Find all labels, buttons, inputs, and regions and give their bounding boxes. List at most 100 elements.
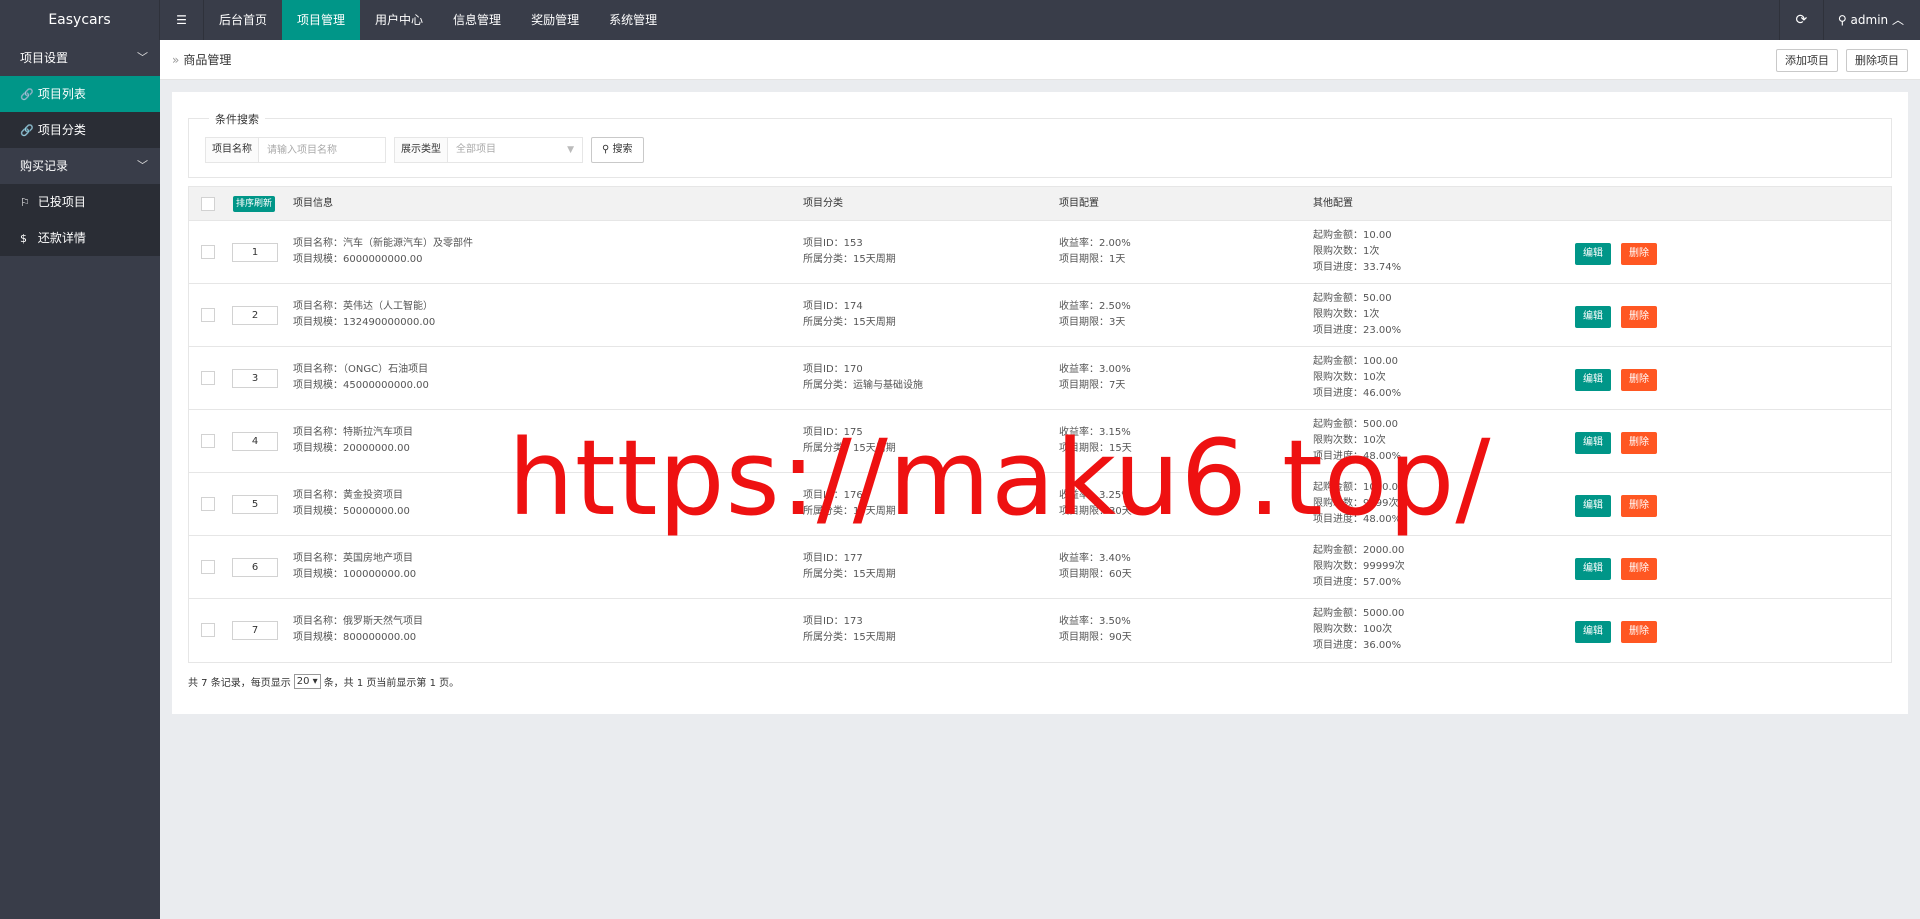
chevron-up-icon: ︿	[1891, 13, 1904, 27]
type-field: 展示类型 全部项目 ▼	[394, 137, 583, 163]
project-name: 项目名称：黄金投资项目	[293, 490, 403, 501]
project-id: 项目ID：173	[803, 616, 863, 627]
project-name: 项目名称：（ONGC）石油项目	[293, 364, 429, 375]
sidebar-group-project-settings[interactable]: 项目设置 ﹀	[0, 40, 160, 76]
row-checkbox[interactable]	[201, 308, 215, 322]
project-term: 项目期限：7天	[1059, 380, 1126, 391]
refresh-icon[interactable]: ⟳	[1778, 0, 1823, 40]
sort-order-input[interactable]: 3	[232, 369, 278, 388]
sidebar-group-purchase-records[interactable]: 购买记录 ﹀	[0, 148, 160, 184]
page-size-value: 20	[296, 676, 310, 687]
project-progress: 项目进度：46.00%	[1313, 388, 1402, 399]
display-type-select[interactable]: 全部项目 ▼	[448, 138, 582, 162]
search-icon: ⚲	[602, 144, 610, 155]
double-chevron-icon: »	[172, 53, 180, 67]
user-icon: ⚲	[1837, 13, 1847, 27]
delete-button[interactable]: 删除	[1621, 432, 1657, 454]
sort-order-input[interactable]: 2	[232, 306, 278, 325]
watermark-text: https://maku6.top/	[508, 417, 1492, 539]
row-checkbox[interactable]	[201, 245, 215, 259]
edit-button[interactable]: 编辑	[1575, 432, 1611, 454]
project-scale: 项目规模：45000000000.00	[293, 380, 429, 391]
select-all-checkbox[interactable]	[201, 197, 215, 211]
project-term: 项目期限：1天	[1059, 254, 1126, 265]
purchase-limit: 限购次数：1次	[1313, 309, 1380, 320]
table-row: 6 项目名称：英国房地产项目 项目规模：100000000.00 项目ID：177 所属…	[189, 536, 1891, 599]
project-name: 项目名称：汽车（新能源汽车）及零部件	[293, 238, 473, 249]
purchase-limit: 限购次数：100次	[1313, 624, 1393, 635]
edit-button[interactable]: 编辑	[1575, 243, 1611, 265]
sidebar-item-project-category[interactable]: 🔗 项目分类	[0, 112, 160, 148]
search-fieldset: 条件搜索 项目名称 展示类型 全部项目 ▼ ⚲ 搜索	[188, 111, 1892, 178]
nav-item-reward-management[interactable]: 奖励管理	[516, 0, 594, 40]
user-menu[interactable]: ⚲ admin ︿	[1822, 0, 1920, 40]
chevron-down-icon: ﹀	[137, 159, 148, 172]
edit-button[interactable]: 编辑	[1575, 621, 1611, 643]
project-scale: 项目规模：100000000.00	[293, 569, 417, 580]
link-icon: 🔗	[20, 88, 34, 101]
page-size-select[interactable]: 20 ▾	[293, 674, 321, 689]
nav-item-user-center[interactable]: 用户中心	[360, 0, 438, 40]
project-name-input[interactable]	[259, 138, 385, 162]
project-term: 项目期限：90天	[1059, 632, 1132, 643]
sidebar-group-label: 购买记录	[20, 159, 69, 173]
sort-order-input[interactable]: 5	[232, 495, 278, 514]
purchase-limit: 限购次数：1次	[1313, 246, 1380, 257]
edit-button[interactable]: 编辑	[1575, 369, 1611, 391]
name-label: 项目名称	[206, 138, 259, 162]
row-checkbox[interactable]	[201, 623, 215, 637]
delete-button[interactable]: 删除	[1621, 495, 1657, 517]
sort-order-input[interactable]: 1	[232, 243, 278, 262]
nav-item-system-management[interactable]: 系统管理	[594, 0, 672, 40]
sidebar-item-label: 项目列表	[37, 87, 86, 101]
sort-order-input[interactable]: 6	[232, 558, 278, 577]
search-button[interactable]: ⚲ 搜索	[591, 137, 644, 163]
nav-item-info-management[interactable]: 信息管理	[438, 0, 516, 40]
top-header: Easycars ☰ 后台首页 项目管理 用户中心 信息管理 奖励管理 系统管理…	[0, 0, 1920, 40]
sidebar-item-label: 已投项目	[37, 195, 86, 209]
add-project-button[interactable]: 添加项目	[1776, 49, 1838, 72]
row-checkbox[interactable]	[201, 497, 215, 511]
min-amount: 起购金额：5000.00	[1313, 608, 1405, 619]
table-row: 2 项目名称：英伟达（人工智能） 项目规模：132490000000.00 项目ID：…	[189, 284, 1891, 347]
menu-toggle-icon[interactable]: ☰	[160, 0, 204, 40]
purchase-limit: 限购次数：10次	[1313, 372, 1386, 383]
sidebar-group-label: 项目设置	[20, 51, 69, 65]
sidebar: 项目设置 ﹀ 🔗 项目列表 🔗 项目分类 购买记录 ﹀ ⚐ 已投项目 $ 还款详…	[0, 40, 160, 919]
app-logo: Easycars	[0, 0, 160, 40]
row-checkbox[interactable]	[201, 434, 215, 448]
delete-button[interactable]: 删除	[1621, 558, 1657, 580]
sidebar-item-repayment-details[interactable]: $ 还款详情	[0, 220, 160, 256]
top-right-tools: ⟳ ⚲ admin ︿	[1778, 0, 1920, 40]
project-category: 所属分类：15天周期	[803, 317, 896, 328]
project-scale: 项目规模：20000000.00	[293, 443, 410, 454]
search-legend: 条件搜索	[209, 111, 265, 127]
delete-button[interactable]: 删除	[1621, 369, 1657, 391]
project-rate: 收益率：3.40%	[1059, 553, 1131, 564]
project-id: 项目ID：153	[803, 238, 863, 249]
delete-button[interactable]: 删除	[1621, 306, 1657, 328]
breadcrumb-bar: » 商品管理 添加项目 删除项目	[160, 40, 1920, 80]
sort-order-input[interactable]: 4	[232, 432, 278, 451]
sort-refresh-button[interactable]: 排序刷新	[233, 196, 276, 212]
edit-button[interactable]: 编辑	[1575, 495, 1611, 517]
sidebar-item-project-list[interactable]: 🔗 项目列表	[0, 76, 160, 112]
nav-item-dashboard[interactable]: 后台首页	[204, 0, 282, 40]
nav-item-project-management[interactable]: 项目管理	[282, 0, 361, 40]
row-checkbox[interactable]	[201, 371, 215, 385]
sort-order-input[interactable]: 7	[232, 621, 278, 640]
delete-button[interactable]: 删除	[1621, 243, 1657, 265]
project-name: 项目名称：英伟达（人工智能）	[293, 301, 433, 312]
edit-button[interactable]: 编辑	[1575, 306, 1611, 328]
delete-project-button[interactable]: 删除项目	[1846, 49, 1908, 72]
project-category: 所属分类：15天周期	[803, 569, 896, 580]
row-checkbox[interactable]	[201, 560, 215, 574]
delete-button[interactable]: 删除	[1621, 621, 1657, 643]
sidebar-item-invested-projects[interactable]: ⚐ 已投项目	[0, 184, 160, 220]
edit-button[interactable]: 编辑	[1575, 558, 1611, 580]
table-row: 3 项目名称：（ONGC）石油项目 项目规模：45000000000.00 项目ID：…	[189, 347, 1891, 410]
project-scale: 项目规模：6000000000.00	[293, 254, 423, 265]
sidebar-item-label: 项目分类	[37, 123, 86, 137]
project-category: 所属分类：15天周期	[803, 254, 896, 265]
project-scale: 项目规模：50000000.00	[293, 506, 410, 517]
